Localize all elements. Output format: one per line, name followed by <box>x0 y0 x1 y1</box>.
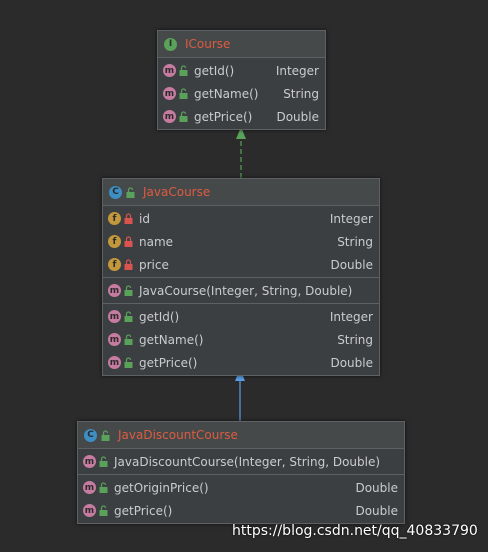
method-row[interactable]: m getName() String <box>158 82 325 105</box>
public-lock-icon <box>126 186 135 198</box>
javadiscountcourse-methods: m getOriginPrice() Double m getPrice() D… <box>78 475 404 523</box>
method-type: Double <box>355 503 398 518</box>
method-icon: m <box>83 481 96 494</box>
method-row[interactable]: m getName() String <box>103 328 379 351</box>
method-icon: m <box>108 333 121 346</box>
method-icon: m <box>108 284 121 297</box>
field-row[interactable]: f name String <box>103 230 379 253</box>
private-lock-icon <box>124 236 133 247</box>
method-row[interactable]: m getPrice() Double <box>78 499 404 522</box>
constructor-row[interactable]: m JavaDiscountCourse(Integer, String, Do… <box>78 450 404 473</box>
interface-icon: I <box>164 37 177 51</box>
icourse-header: I ICourse <box>158 31 325 58</box>
javacourse-constructors: m JavaCourse(Integer, String, Double) <box>103 278 379 304</box>
method-type: Integer <box>275 63 319 78</box>
icourse-box[interactable]: I ICourse m getId() Integer m getName() … <box>157 30 326 130</box>
method-name: getId() <box>194 63 235 78</box>
field-row[interactable]: f id Integer <box>103 207 379 230</box>
field-icon: f <box>108 258 121 271</box>
public-lock-icon <box>99 505 108 516</box>
constructor-name: JavaCourse(Integer, String, Double) <box>139 283 353 298</box>
public-lock-icon <box>124 285 133 296</box>
javadiscountcourse-header: C JavaDiscountCourse <box>78 422 404 449</box>
public-lock-icon <box>179 111 188 122</box>
method-row[interactable]: m getPrice() Double <box>158 105 325 128</box>
method-name: getId() <box>139 309 180 324</box>
method-icon: m <box>108 310 121 323</box>
field-name: name <box>139 234 174 249</box>
method-type: Integer <box>329 309 373 324</box>
method-type: String <box>283 86 319 101</box>
method-icon: m <box>108 356 121 369</box>
public-lock-icon <box>179 65 188 76</box>
method-name: getPrice() <box>194 109 253 124</box>
method-row[interactable]: m getId() Integer <box>158 59 325 82</box>
javacourse-methods: m getId() Integer m getName() String m g… <box>103 304 379 375</box>
class-icon: C <box>109 185 122 199</box>
public-lock-icon <box>101 429 110 441</box>
javacourse-box[interactable]: C JavaCourse f id Integer f name String … <box>102 178 380 376</box>
private-lock-icon <box>124 213 133 224</box>
public-lock-icon <box>99 482 108 493</box>
constructor-name: JavaDiscountCourse(Integer, String, Doub… <box>114 454 381 469</box>
field-icon: f <box>108 235 121 248</box>
method-row[interactable]: m getPrice() Double <box>103 351 379 374</box>
method-name: getPrice() <box>139 355 198 370</box>
private-lock-icon <box>124 259 133 270</box>
public-lock-icon <box>124 311 133 322</box>
field-name: id <box>139 211 150 226</box>
javadiscountcourse-box[interactable]: C JavaDiscountCourse m JavaDiscountCours… <box>77 421 405 524</box>
method-name: getName() <box>139 332 204 347</box>
method-name: getOriginPrice() <box>114 480 209 495</box>
public-lock-icon <box>124 357 133 368</box>
icourse-title: ICourse <box>185 37 231 51</box>
field-name: price <box>139 257 169 272</box>
field-row[interactable]: f price Double <box>103 253 379 276</box>
method-name: getName() <box>194 86 259 101</box>
method-type: Double <box>276 109 319 124</box>
method-type: Double <box>355 480 398 495</box>
javacourse-fields: f id Integer f name String f price Doubl… <box>103 206 379 278</box>
javacourse-title: JavaCourse <box>143 185 211 199</box>
field-icon: f <box>108 212 121 225</box>
method-icon: m <box>163 64 176 77</box>
public-lock-icon <box>179 88 188 99</box>
watermark-text: https://blog.csdn.net/qq_40833790 <box>232 523 478 539</box>
public-lock-icon <box>124 334 133 345</box>
icourse-methods: m getId() Integer m getName() String m g… <box>158 58 325 129</box>
public-lock-icon <box>99 456 108 467</box>
javadiscountcourse-constructors: m JavaDiscountCourse(Integer, String, Do… <box>78 449 404 475</box>
method-row[interactable]: m getId() Integer <box>103 305 379 328</box>
method-type: Double <box>330 355 373 370</box>
method-icon: m <box>163 87 176 100</box>
field-type: Double <box>330 257 373 272</box>
javacourse-header: C JavaCourse <box>103 179 379 206</box>
method-icon: m <box>83 455 96 468</box>
field-type: String <box>337 234 373 249</box>
method-icon: m <box>163 110 176 123</box>
class-icon: C <box>84 428 97 442</box>
method-row[interactable]: m getOriginPrice() Double <box>78 476 404 499</box>
method-icon: m <box>83 504 96 517</box>
constructor-row[interactable]: m JavaCourse(Integer, String, Double) <box>103 279 379 302</box>
method-name: getPrice() <box>114 503 173 518</box>
field-type: Integer <box>329 211 373 226</box>
javadiscountcourse-title: JavaDiscountCourse <box>118 428 238 442</box>
method-type: String <box>337 332 373 347</box>
